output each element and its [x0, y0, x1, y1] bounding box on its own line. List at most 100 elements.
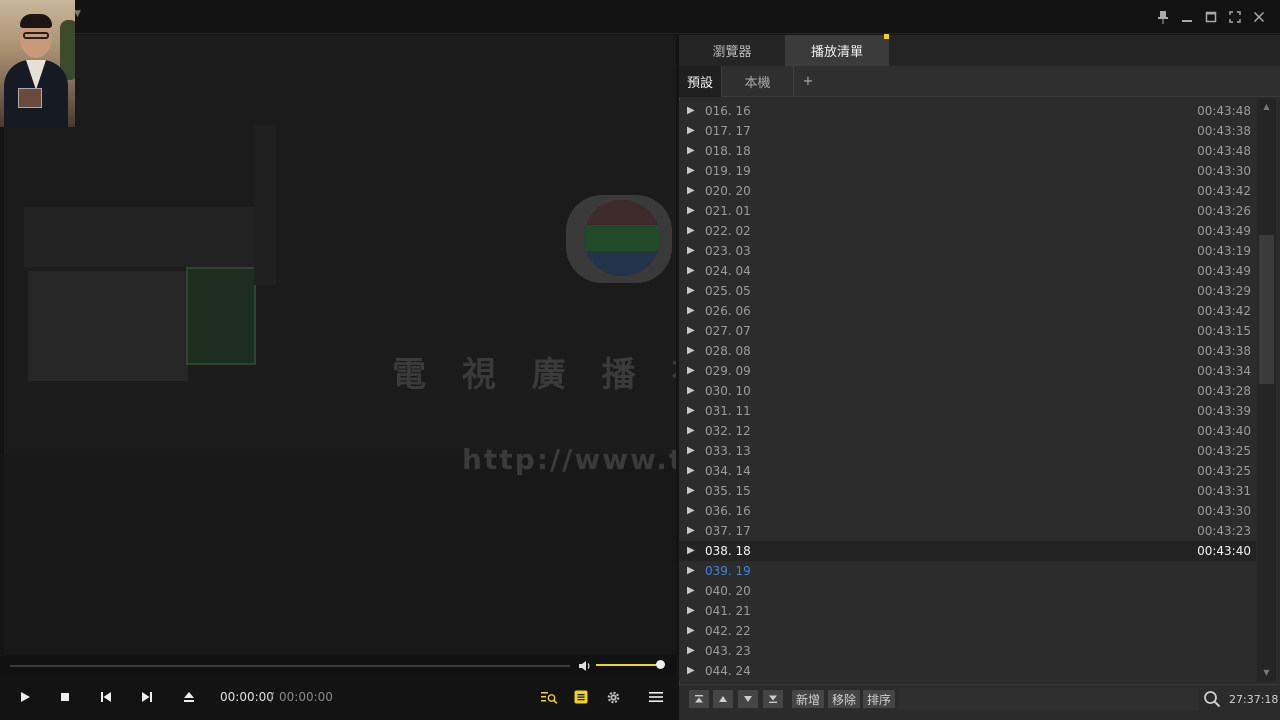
play-triangle-icon: ▶ — [687, 165, 695, 176]
playlist-item[interactable]: ▶ 032. 12 00:43:40 — [679, 421, 1256, 441]
play-button[interactable] — [14, 687, 36, 707]
maximize-icon[interactable] — [1202, 7, 1220, 27]
playlist-item[interactable]: ▶ 039. 19 — [679, 561, 1256, 581]
chevron-down-icon[interactable]: ▼ — [74, 9, 81, 19]
play-triangle-icon: ▶ — [687, 505, 695, 516]
add-button[interactable]: 新增 — [792, 690, 825, 708]
playlist-item[interactable]: ▶ 018. 18 00:43:48 — [679, 141, 1256, 161]
move-bottom-icon[interactable] — [763, 690, 783, 708]
playlist-item[interactable]: ▶ 041. 21 — [679, 601, 1256, 621]
potplayer-window: ▼ 電 視 廣 播 有 http://www.t — [0, 0, 1280, 720]
playlist-item-title: 030. 10 — [705, 384, 751, 398]
menu-icon[interactable] — [645, 687, 667, 707]
video-area[interactable]: 電 視 廣 播 有 http://www.t — [4, 35, 676, 655]
video-frame-shape — [24, 207, 264, 267]
playlist-item-title: 032. 12 — [705, 424, 751, 438]
scroll-down-icon[interactable]: ▼ — [1257, 664, 1276, 680]
playlist-item[interactable]: ▶ 025. 05 00:43:29 — [679, 281, 1256, 301]
playlist-item[interactable]: ▶ 036. 16 00:43:30 — [679, 501, 1256, 521]
playlist-item[interactable]: ▶ 040. 20 — [679, 581, 1256, 601]
playlist-item[interactable]: ▶ 043. 23 — [679, 641, 1256, 661]
playlist-item-title: 023. 03 — [705, 244, 751, 258]
playlist-item-duration: 00:43:42 — [1197, 184, 1251, 198]
volume-knob[interactable] — [656, 660, 665, 669]
playlist-item-title: 027. 07 — [705, 324, 751, 338]
tab-browser[interactable]: 瀏覽器 — [679, 35, 785, 66]
play-triangle-icon: ▶ — [687, 465, 695, 476]
subtab-add[interactable]: + — [794, 66, 822, 97]
move-down-icon[interactable] — [738, 690, 758, 708]
tab-playlist[interactable]: 播放清單 — [785, 35, 889, 66]
playlist-search-input[interactable] — [899, 688, 1199, 710]
playlist-item-title: 018. 18 — [705, 144, 751, 158]
playlist-item[interactable]: ▶ 029. 09 00:43:34 — [679, 361, 1256, 381]
volume-icon[interactable] — [578, 659, 592, 673]
playlist-item-duration: 00:43:30 — [1197, 504, 1251, 518]
playlist-item[interactable]: ▶ 037. 17 00:43:23 — [679, 521, 1256, 541]
move-up-icon[interactable] — [713, 690, 733, 708]
playlist-scrollbar[interactable] — [1257, 98, 1276, 681]
playlist-item[interactable]: ▶ 024. 04 00:43:49 — [679, 261, 1256, 281]
playlist-item[interactable]: ▶ 020. 20 00:43:42 — [679, 181, 1256, 201]
playlist-item[interactable]: ▶ 016. 16 00:43:48 — [679, 101, 1256, 121]
playlist-item-title: 020. 20 — [705, 184, 751, 198]
playlist-item[interactable]: ▶ 023. 03 00:43:19 — [679, 241, 1256, 261]
playlist-item-duration: 00:43:42 — [1197, 304, 1251, 318]
playlist-item-duration: 00:43:29 — [1197, 284, 1251, 298]
playlist-item[interactable]: ▶ 034. 14 00:43:25 — [679, 461, 1256, 481]
playlist-item[interactable]: ▶ 031. 11 00:43:39 — [679, 401, 1256, 421]
playlist-toggle-icon[interactable] — [570, 687, 592, 707]
playlist-item-duration: 00:43:49 — [1197, 264, 1251, 278]
scroll-up-icon[interactable]: ▲ — [1257, 98, 1276, 114]
playlist-item-duration: 00:43:49 — [1197, 224, 1251, 238]
play-triangle-icon: ▶ — [687, 425, 695, 436]
move-top-icon[interactable] — [689, 690, 709, 708]
playlist-item[interactable]: ▶ 033. 13 00:43:25 — [679, 441, 1256, 461]
playlist-search-icon[interactable] — [538, 687, 560, 707]
playlist-item-duration: 00:43:31 — [1197, 484, 1251, 498]
gear-icon[interactable] — [602, 687, 624, 707]
playlist-item-duration: 00:43:38 — [1197, 344, 1251, 358]
window-controls — [1154, 7, 1268, 27]
play-triangle-icon: ▶ — [687, 245, 695, 256]
previous-button[interactable] — [95, 687, 117, 707]
tab-active-marker — [884, 34, 889, 39]
subtab-local[interactable]: 本機 — [722, 66, 794, 97]
play-triangle-icon: ▶ — [687, 525, 695, 536]
playlist-item[interactable]: ▶ 017. 17 00:43:38 — [679, 121, 1256, 141]
play-triangle-icon: ▶ — [687, 605, 695, 616]
playlist-item[interactable]: ▶ 030. 10 00:43:28 — [679, 381, 1256, 401]
playlist-item[interactable]: ▶ 019. 19 00:43:30 — [679, 161, 1256, 181]
current-time: 00:00:00 — [220, 690, 274, 704]
playlist-item[interactable]: ▶ 042. 22 — [679, 621, 1256, 641]
playlist-item[interactable]: ▶ 026. 06 00:43:42 — [679, 301, 1256, 321]
subtab-default[interactable]: 預設 — [679, 66, 722, 97]
scroll-thumb[interactable] — [1259, 235, 1274, 384]
playlist-item[interactable]: ▶ 027. 07 00:43:15 — [679, 321, 1256, 341]
pin-icon[interactable] — [1154, 7, 1172, 27]
playlist-item[interactable]: ▶ 021. 01 00:43:26 — [679, 201, 1256, 221]
seek-bar[interactable] — [10, 665, 570, 667]
close-icon[interactable] — [1250, 7, 1268, 27]
playlist-item-duration: 00:43:40 — [1197, 424, 1251, 438]
playlist-item-duration: 00:43:48 — [1197, 144, 1251, 158]
playlist-item[interactable]: ▶ 035. 15 00:43:31 — [679, 481, 1256, 501]
play-triangle-icon: ▶ — [687, 585, 695, 596]
fullscreen-icon[interactable] — [1226, 7, 1244, 27]
minimize-icon[interactable] — [1178, 7, 1196, 27]
next-button[interactable] — [136, 687, 158, 707]
playlist-item-title: 024. 04 — [705, 264, 751, 278]
play-triangle-icon: ▶ — [687, 385, 695, 396]
play-triangle-icon: ▶ — [687, 545, 695, 556]
remove-button[interactable]: 移除 — [828, 690, 861, 708]
play-triangle-icon: ▶ — [687, 365, 695, 376]
playlist-item[interactable]: ▶ 038. 18 00:43:40 — [679, 541, 1256, 561]
playlist-item[interactable]: ▶ 022. 02 00:43:49 — [679, 221, 1256, 241]
stop-button[interactable] — [54, 687, 76, 707]
sort-button[interactable]: 排序 — [863, 690, 896, 708]
video-frame-shape — [4, 455, 676, 655]
search-icon[interactable] — [1203, 690, 1221, 708]
playlist-item[interactable]: ▶ 028. 08 00:43:38 — [679, 341, 1256, 361]
eject-button[interactable] — [178, 687, 200, 707]
playlist-item[interactable]: ▶ 044. 24 — [679, 661, 1256, 681]
